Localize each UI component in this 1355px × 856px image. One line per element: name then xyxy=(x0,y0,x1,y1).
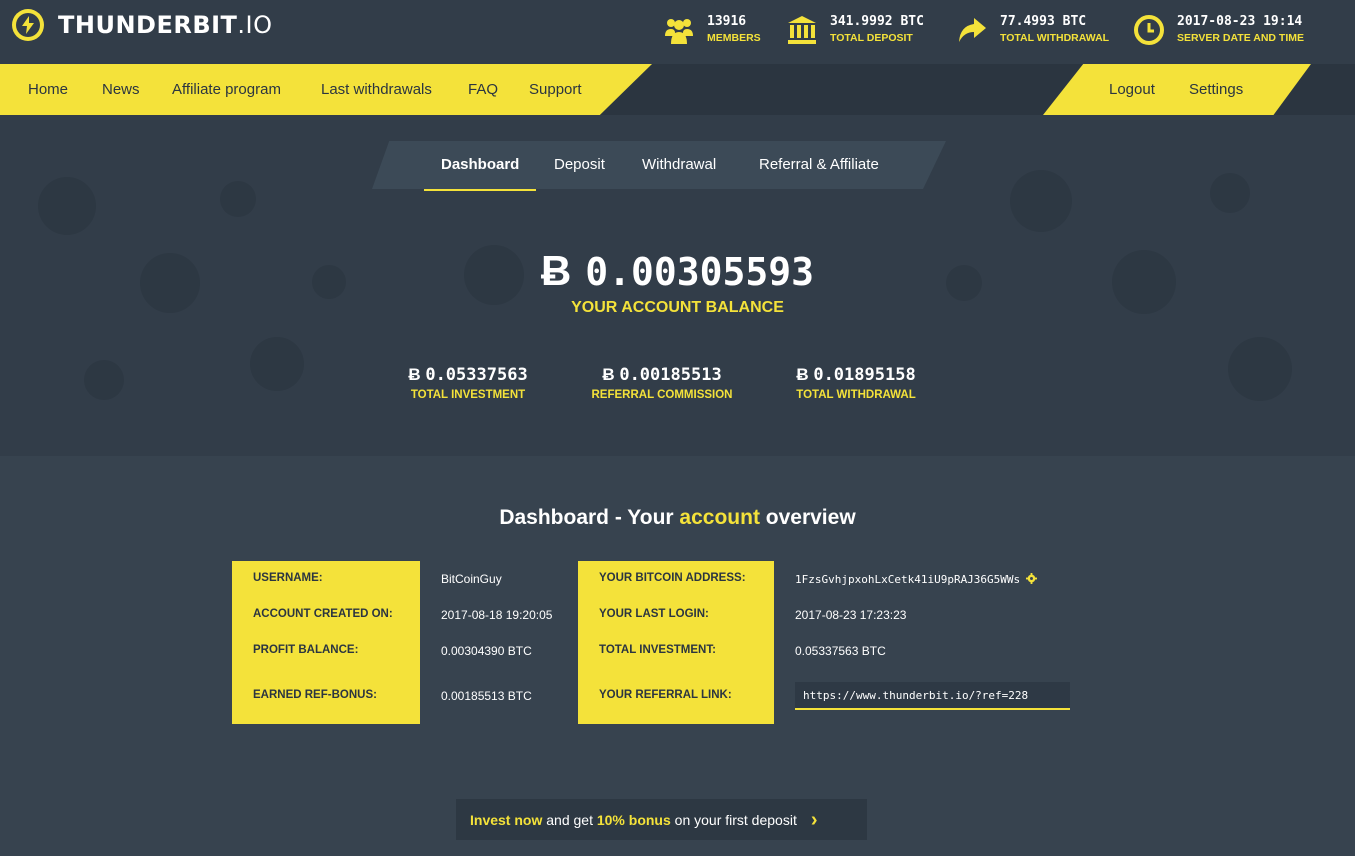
bitcoin-address-row: 1FzsGvhjpxohLxCetk41iU9pRAJ36G5WWs xyxy=(795,572,1037,586)
balance-value: 0.00305593 xyxy=(585,250,815,294)
nav-home[interactable]: Home xyxy=(28,81,68,98)
referral-link-label: YOUR REFERRAL LINK: xyxy=(599,689,732,701)
background-coin-icon xyxy=(220,181,256,217)
cta-text: and get xyxy=(542,811,597,828)
substat-total-withdrawal: Ƀ 0.01895158 TOTAL WITHDRAWAL xyxy=(788,365,924,401)
ref-bonus-value: 0.00185513 BTC xyxy=(441,689,532,703)
nav-affiliate-program[interactable]: Affiliate program xyxy=(172,81,281,98)
balance-label: YOUR ACCOUNT BALANCE xyxy=(571,299,784,316)
bitcoin-icon: Ƀ xyxy=(540,247,572,294)
username-value: BitCoinGuy xyxy=(441,572,502,586)
tab-referral-affiliate[interactable]: Referral & Affiliate xyxy=(759,156,879,173)
referral-commission-label: REFERRAL COMMISSION xyxy=(591,389,733,401)
created-on-value: 2017-08-18 19:20:05 xyxy=(441,608,553,622)
substat-withdrawal-value: 0.01895158 xyxy=(813,365,916,385)
created-on-label: ACCOUNT CREATED ON: xyxy=(253,608,393,620)
top-bar: THUNDERBIT.IO 13916 MEMBERS 341.9992 BTC… xyxy=(0,0,1355,64)
last-login-value: 2017-08-23 17:23:23 xyxy=(795,608,907,622)
nav-right-bg xyxy=(1043,64,1311,115)
nav-settings[interactable]: Settings xyxy=(1189,81,1243,98)
nav-last-withdrawals[interactable]: Last withdrawals xyxy=(321,81,432,98)
members-label: MEMBERS xyxy=(707,32,761,44)
total-withdrawal-value: 77.4993 BTC xyxy=(1000,14,1087,29)
stat-total-deposit: 341.9992 BTC TOTAL DEPOSIT xyxy=(786,14,924,46)
nav-news[interactable]: News xyxy=(102,81,140,98)
bitcoin-icon: Ƀ xyxy=(796,365,809,384)
background-search-icon xyxy=(84,360,124,400)
bank-icon xyxy=(788,16,816,44)
total-withdrawal-label: TOTAL WITHDRAWAL xyxy=(1000,32,1110,44)
tab-dashboard[interactable]: Dashboard xyxy=(441,156,519,173)
clock-icon xyxy=(1134,15,1164,45)
account-balance: Ƀ 0.00305593 xyxy=(0,247,1355,295)
invest-now-banner[interactable]: Invest now and get 10% bonus on your fir… xyxy=(456,799,867,840)
substat-withdrawal-label: TOTAL WITHDRAWAL xyxy=(796,389,916,401)
gear-icon[interactable] xyxy=(1025,573,1037,584)
background-chart-icon xyxy=(250,337,304,391)
stat-members: 13916 MEMBERS xyxy=(663,14,761,46)
server-time-label: SERVER DATE AND TIME xyxy=(1177,32,1304,44)
last-login-label: YOUR LAST LOGIN: xyxy=(599,608,709,620)
overview-title: Dashboard - Your account overview xyxy=(499,506,856,529)
bitcoin-address-value: 1FzsGvhjpxohLxCetk41iU9pRAJ36G5WWs xyxy=(795,573,1021,586)
logo[interactable]: THUNDERBIT.IO xyxy=(12,9,273,41)
stat-server-time: 2017-08-23 19:14 SERVER DATE AND TIME xyxy=(1133,14,1304,46)
main-nav: Home News Affiliate program Last withdra… xyxy=(0,64,1355,115)
chevron-right-icon: › xyxy=(810,808,818,831)
profit-balance-label: PROFIT BALANCE: xyxy=(253,644,359,656)
total-deposit-label: TOTAL DEPOSIT xyxy=(830,32,913,44)
total-deposit-value: 341.9992 BTC xyxy=(830,14,924,29)
profit-balance-value: 0.00304390 BTC xyxy=(441,644,532,658)
total-investment-row-label: TOTAL INVESTMENT: xyxy=(599,644,716,656)
arrow-share-icon xyxy=(959,18,986,42)
hero-section: Dashboard Deposit Withdrawal Referral & … xyxy=(0,115,1355,456)
total-investment-row-value: 0.05337563 BTC xyxy=(795,644,886,658)
background-people-icon xyxy=(1210,173,1250,213)
bitcoin-icon: Ƀ xyxy=(408,365,421,384)
nav-support[interactable]: Support xyxy=(529,81,582,98)
invest-now-text: Invest now xyxy=(470,811,543,828)
background-chart-icon xyxy=(38,177,96,235)
background-pie-icon xyxy=(1010,170,1072,232)
brand-name: THUNDERBIT.IO xyxy=(58,11,273,39)
tab-deposit[interactable]: Deposit xyxy=(554,156,605,173)
substat-referral-commission: Ƀ 0.00185513 REFERRAL COMMISSION xyxy=(586,365,738,401)
referral-commission-value: 0.00185513 xyxy=(619,365,722,385)
active-tab-indicator xyxy=(424,189,536,191)
lightning-icon xyxy=(12,9,44,41)
tab-withdrawal[interactable]: Withdrawal xyxy=(642,156,716,173)
nav-faq[interactable]: FAQ xyxy=(468,81,498,98)
background-coin-icon xyxy=(1228,337,1292,401)
referral-link-input[interactable] xyxy=(795,682,1070,710)
nav-logout[interactable]: Logout xyxy=(1109,81,1155,98)
bitcoin-icon: Ƀ xyxy=(602,365,615,384)
substat-total-investment: Ƀ 0.05337563 TOTAL INVESTMENT xyxy=(400,365,536,401)
stat-total-withdrawal: 77.4993 BTC TOTAL WITHDRAWAL xyxy=(956,14,1109,46)
total-investment-label: TOTAL INVESTMENT xyxy=(410,389,526,401)
cta-text-tail: on your first deposit xyxy=(670,811,797,828)
total-investment-value: 0.05337563 xyxy=(425,365,528,385)
bitcoin-address-label: YOUR BITCOIN ADDRESS: xyxy=(599,572,746,584)
bonus-text: 10% bonus xyxy=(596,811,671,828)
members-value: 13916 xyxy=(707,14,747,29)
ref-bonus-label: EARNED REF-BONUS: xyxy=(253,689,377,701)
username-label: USERNAME: xyxy=(253,572,323,584)
members-icon xyxy=(665,19,693,44)
server-time-value: 2017-08-23 19:14 xyxy=(1177,14,1303,29)
